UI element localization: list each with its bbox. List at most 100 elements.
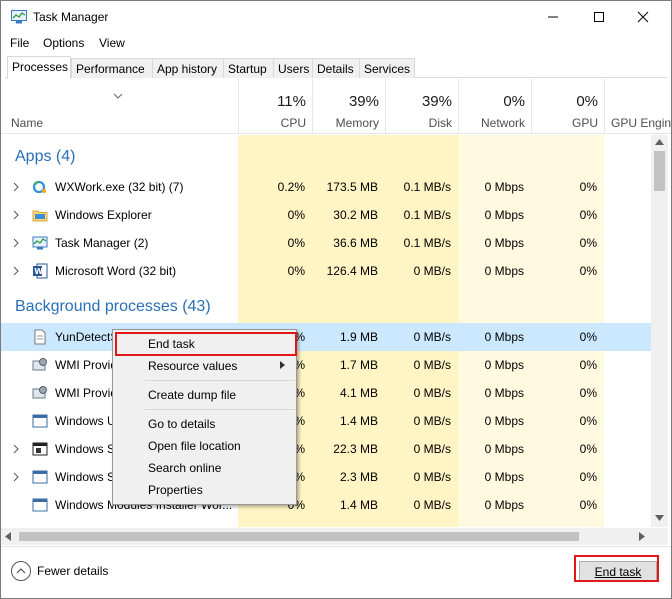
disk-value: 0.1 MB/s: [403, 208, 451, 222]
table-row[interactable]: WMI Provid % 1.7 MB 0 MB/s 0 Mbps 0%: [1, 351, 651, 379]
disk-value: 0 MB/s: [413, 414, 451, 428]
expand-chevron-icon[interactable]: [13, 238, 19, 248]
gpu-value: 0%: [579, 386, 597, 400]
end-task-highlight: [574, 555, 659, 582]
table-row[interactable]: Windows Explorer 0% 30.2 MB 0.1 MB/s 0 M…: [1, 201, 651, 229]
maximize-button[interactable]: [577, 1, 621, 33]
process-name: WXWork.exe (32 bit) (7): [55, 180, 184, 194]
group-background: Background processes (43): [15, 298, 211, 315]
sort-chevron-icon[interactable]: [113, 93, 123, 99]
network-value: 0 Mbps: [484, 442, 524, 456]
expand-chevron-icon[interactable]: [13, 472, 19, 482]
column-name[interactable]: Name: [11, 116, 43, 130]
expand-chevron-icon[interactable]: [13, 210, 19, 220]
close-button[interactable]: [621, 1, 665, 33]
minimize-button[interactable]: [531, 1, 575, 33]
table-row[interactable]: W Microsoft Word (32 bit) 0% 126.4 MB 0 …: [1, 257, 651, 285]
memory-label: Memory: [335, 116, 379, 130]
disk-value: 0 MB/s: [413, 264, 451, 278]
gpu-value: 0%: [579, 498, 597, 512]
menu-file[interactable]: File: [10, 36, 29, 50]
fewer-details-icon[interactable]: [11, 561, 31, 581]
disk-value: 0 MB/s: [413, 358, 451, 372]
disk-total: 39%: [421, 93, 452, 110]
network-value: 0 Mbps: [484, 236, 524, 250]
gpu-engine-label: GPU Engine: [611, 116, 671, 130]
gpu-value: 0%: [579, 358, 597, 372]
tab-processes[interactable]: Processes: [7, 56, 71, 79]
context-menu: End task Resource values Create dump fil…: [112, 329, 297, 505]
scroll-up-icon[interactable]: [655, 139, 664, 145]
table-row[interactable]: Windows U % 1.4 MB 0 MB/s 0 Mbps 0%: [1, 407, 651, 435]
memory-value: 173.5 MB: [326, 180, 378, 194]
column-memory[interactable]: 39% Memory: [312, 79, 385, 134]
tab-performance[interactable]: Performance: [71, 58, 153, 78]
column-gpu-engine[interactable]: GPU Engine: [604, 79, 671, 134]
menu-properties[interactable]: Properties: [148, 483, 203, 497]
end-task-menu-highlight: [115, 332, 297, 356]
title-bar: Task Manager: [1, 1, 671, 33]
network-label: Network: [480, 116, 525, 130]
fewer-details-link[interactable]: Fewer details: [37, 564, 108, 578]
menu-open-file-location[interactable]: Open file location: [148, 439, 241, 453]
menu-view[interactable]: View: [99, 36, 125, 50]
scroll-right-icon[interactable]: [639, 532, 645, 541]
process-name: WMI Provid: [55, 358, 115, 372]
scroll-left-icon[interactable]: [5, 532, 11, 541]
memory-value: 4.1 MB: [339, 386, 378, 400]
table-row[interactable]: WMI Provid % 4.1 MB 0 MB/s 0 Mbps 0%: [1, 379, 651, 407]
memory-value: 30.2 MB: [333, 208, 378, 222]
wxwork-icon: [32, 180, 47, 194]
menu-search-online[interactable]: Search online: [148, 461, 221, 475]
menu-resource-values[interactable]: Resource values: [148, 359, 237, 373]
tab-startup[interactable]: Startup: [223, 58, 274, 78]
horizontal-scroll-thumb[interactable]: [19, 532, 579, 541]
vertical-scrollbar[interactable]: [651, 135, 668, 527]
horizontal-scrollbar[interactable]: [1, 528, 668, 545]
memory-value: 1.9 MB: [339, 330, 378, 344]
menu-separator: [145, 380, 295, 381]
table-row[interactable]: WXWork.exe (32 bit) (7) 0.2% 173.5 MB 0.…: [1, 173, 651, 201]
network-total: 0%: [503, 93, 525, 110]
menu-options[interactable]: Options: [43, 36, 84, 50]
process-name: Windows S: [55, 470, 115, 484]
minimize-icon: [548, 16, 558, 18]
table-row-selected[interactable]: YunDetectS % 1.9 MB 0 MB/s 0 Mbps 0%: [1, 323, 651, 351]
network-value: 0 Mbps: [484, 470, 524, 484]
column-cpu[interactable]: 11% CPU: [238, 79, 312, 134]
tab-strip: Processes Performance App history Startu…: [5, 56, 667, 79]
cpu-value: 0%: [287, 208, 305, 222]
window-app-icon: [32, 498, 48, 512]
footer-bar: Fewer details End task: [1, 546, 671, 598]
process-name: Task Manager (2): [55, 236, 149, 250]
memory-value: 1.4 MB: [339, 498, 378, 512]
disk-value: 0.1 MB/s: [403, 180, 451, 194]
gpu-label: GPU: [571, 116, 598, 130]
table-row[interactable]: Windows S % 2.3 MB 0 MB/s 0 Mbps 0%: [1, 463, 651, 491]
vertical-scroll-thumb[interactable]: [654, 151, 665, 191]
scroll-down-icon[interactable]: [655, 515, 664, 521]
tab-services[interactable]: Services: [359, 58, 415, 78]
task-manager-app-icon: [11, 10, 27, 24]
table-row[interactable]: Task Manager (2) 0% 36.6 MB 0.1 MB/s 0 M…: [1, 229, 651, 257]
memory-value: 2.3 MB: [339, 470, 378, 484]
menu-create-dump-file[interactable]: Create dump file: [148, 388, 236, 402]
column-disk[interactable]: 39% Disk: [385, 79, 458, 134]
gpu-value: 0%: [579, 264, 597, 278]
cpu-value: 0.2%: [277, 180, 305, 194]
column-gpu[interactable]: 0% GPU: [531, 79, 604, 134]
tab-users[interactable]: Users: [273, 58, 313, 78]
network-value: 0 Mbps: [484, 330, 524, 344]
expand-chevron-icon[interactable]: [13, 444, 19, 454]
table-row[interactable]: Windows Modules Installer Wor... 0% 1.4 …: [1, 491, 651, 519]
expand-chevron-icon[interactable]: [13, 266, 19, 276]
tab-app-history[interactable]: App history: [152, 58, 224, 78]
expand-chevron-icon[interactable]: [13, 182, 19, 192]
menu-go-to-details[interactable]: Go to details: [148, 417, 215, 431]
tab-details[interactable]: Details: [312, 58, 360, 78]
gpu-value: 0%: [579, 470, 597, 484]
word-icon: W: [33, 263, 48, 279]
column-network[interactable]: 0% Network: [458, 79, 531, 134]
menu-end-task[interactable]: End task: [148, 337, 195, 351]
table-row[interactable]: Windows S % 22.3 MB 0 MB/s 0 Mbps 0%: [1, 435, 651, 463]
